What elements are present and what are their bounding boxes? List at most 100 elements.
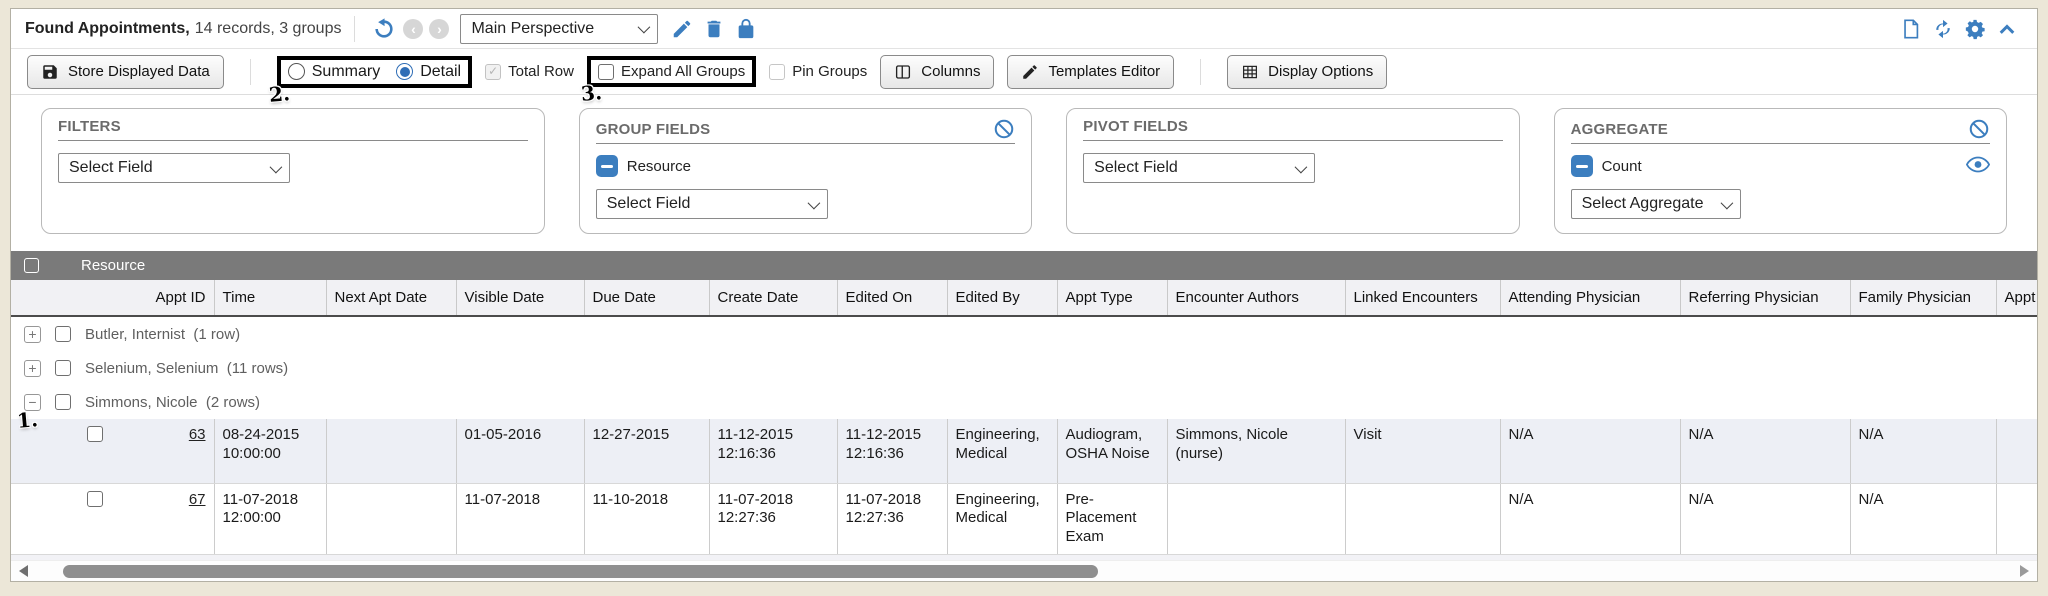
radio-icon [288,63,305,80]
floppy-disk-icon [41,63,59,81]
group-label: Selenium, Selenium (11 rows) [85,360,288,377]
perspective-select-value: Main Perspective [471,20,594,38]
column-header[interactable]: Edited By [947,280,1057,316]
collapse-panel-icon[interactable] [1994,16,2020,42]
templates-editor-button[interactable]: Templates Editor [1007,55,1174,89]
column-header[interactable]: Due Date [584,280,709,316]
columns-button[interactable]: Columns [880,55,994,89]
group-row-simmons: − Simmons, Nicole (2 rows) 1. [11,385,2037,419]
aggregate-select[interactable]: Select Aggregate [1571,189,1741,219]
pin-groups-checkbox[interactable]: Pin Groups [769,63,867,80]
column-header[interactable]: Visible Date [456,280,584,316]
cell-attending-physician: N/A [1500,419,1680,483]
column-header[interactable]: Next Apt Date [326,280,456,316]
chevron-down-icon [638,21,651,34]
column-header[interactable]: Attending Physician [1500,280,1680,316]
appt-id-link[interactable]: 63 [189,426,206,443]
divider [1200,59,1201,85]
visibility-eye-icon[interactable] [1966,156,1990,177]
edit-perspective-icon[interactable] [669,16,695,42]
aggregate-header: AGGREGATE [1571,118,1990,144]
column-header[interactable]: Time [214,280,326,316]
count-aggregate-chip: Count [1571,155,1642,177]
group-label: Butler, Internist (1 row) [85,326,240,343]
row-checkbox[interactable] [87,491,103,507]
group-checkbox[interactable] [55,394,71,410]
filters-field-select[interactable]: Select Field [58,153,290,183]
lock-perspective-icon[interactable] [733,16,759,42]
column-header[interactable]: Appt Type [1057,280,1167,316]
column-header[interactable]: Encounter Authors [1167,280,1345,316]
select-column-header [11,280,116,316]
column-header[interactable]: Create Date [709,280,837,316]
pivot-fields-panel: PIVOT FIELDS Select Field [1066,108,1519,234]
gear-icon[interactable] [1962,16,1988,42]
column-header[interactable]: Appt ID [116,280,214,316]
pivot-fields-select[interactable]: Select Field [1083,153,1315,183]
appointments-table: Appt ID Time Next Apt Date Visible Date … [11,280,2037,560]
detail-radio[interactable]: Detail [396,63,461,81]
group-checkbox[interactable] [55,326,71,342]
templates-editor-label: Templates Editor [1048,63,1160,80]
checkbox-icon [769,64,785,80]
perspective-select[interactable]: Main Perspective [460,14,658,44]
group-fields-select[interactable]: Select Field [596,189,828,219]
group-row-selenium: + Selenium, Selenium (11 rows) [11,351,2037,385]
cell-edited-by: Engineering, Medical [947,483,1057,554]
expand-group-icon[interactable]: + [24,360,41,377]
display-options-button[interactable]: Display Options [1227,55,1387,89]
appt-id-link[interactable]: 67 [189,491,206,508]
group-checkbox[interactable] [55,360,71,376]
scroll-left-arrow-icon[interactable] [19,565,28,577]
column-header[interactable]: Appt Re [1996,280,2037,316]
column-header[interactable]: Referring Physician [1680,280,1850,316]
remove-aggregate-icon[interactable] [1571,155,1593,177]
grid-table-icon [1241,63,1259,81]
chevron-down-icon [1720,196,1733,209]
title-bar: Found Appointments, 14 records, 3 groups… [11,9,2037,49]
cell-family-physician: N/A [1850,483,1996,554]
divider [250,59,251,85]
table-row: 63 08-24-2015 10:00:00 01-05-2016 12-27-… [11,419,2037,483]
scroll-right-arrow-icon[interactable] [2020,565,2029,577]
next-perspective-icon[interactable]: › [429,19,449,39]
column-header[interactable]: Edited On [837,280,947,316]
prev-perspective-icon[interactable]: ‹ [403,19,423,39]
filters-select-value: Select Field [69,159,153,177]
expand-group-icon[interactable]: + [24,326,41,343]
remove-field-icon[interactable] [596,155,618,177]
summary-radio[interactable]: Summary [288,63,380,81]
pencil-icon [1021,63,1039,81]
scrollbar-thumb[interactable] [63,565,1098,578]
cell-create-date: 11-07-2018 12:27:36 [709,483,837,554]
count-chip-label: Count [1602,158,1642,175]
column-header[interactable]: Linked Encounters [1345,280,1500,316]
clear-group-fields-icon[interactable] [993,118,1015,140]
expand-all-groups-checkbox[interactable]: Expand All Groups [598,63,745,80]
cell-referring-physician: N/A [1680,419,1850,483]
summary-label: Summary [312,63,380,81]
expand-all-groups-label: Expand All Groups [621,63,745,80]
undo-icon[interactable] [371,16,397,42]
toolbar: Store Displayed Data Summary Detail 2. T… [11,49,2037,95]
cell-visible-date: 11-07-2018 [456,483,584,554]
cell-appt-re [1996,483,2037,554]
field-panels: FILTERS Select Field GROUP FIELDS Resour… [11,95,2037,251]
delete-perspective-icon[interactable] [701,16,727,42]
clear-aggregate-icon[interactable] [1968,118,1990,140]
collapse-group-icon[interactable]: − [24,394,41,411]
export-file-icon[interactable] [1898,16,1924,42]
column-header[interactable]: Family Physician [1850,280,1996,316]
aggregate-select-value: Select Aggregate [1582,195,1704,213]
columns-button-label: Columns [921,63,980,80]
row-checkbox[interactable] [87,426,103,442]
select-all-checkbox[interactable] [24,258,39,273]
total-row-checkbox[interactable]: Total Row [485,63,574,80]
refresh-icon[interactable] [1930,16,1956,42]
aggregate-title: AGGREGATE [1571,121,1668,138]
horizontal-scrollbar[interactable] [11,560,2037,581]
group-label: Simmons, Nicole (2 rows) [85,394,260,411]
expand-all-groups-highlight-box: Expand All Groups 3. [587,56,756,87]
store-displayed-data-button[interactable]: Store Displayed Data [27,55,224,89]
pivot-fields-select-value: Select Field [1094,159,1178,177]
